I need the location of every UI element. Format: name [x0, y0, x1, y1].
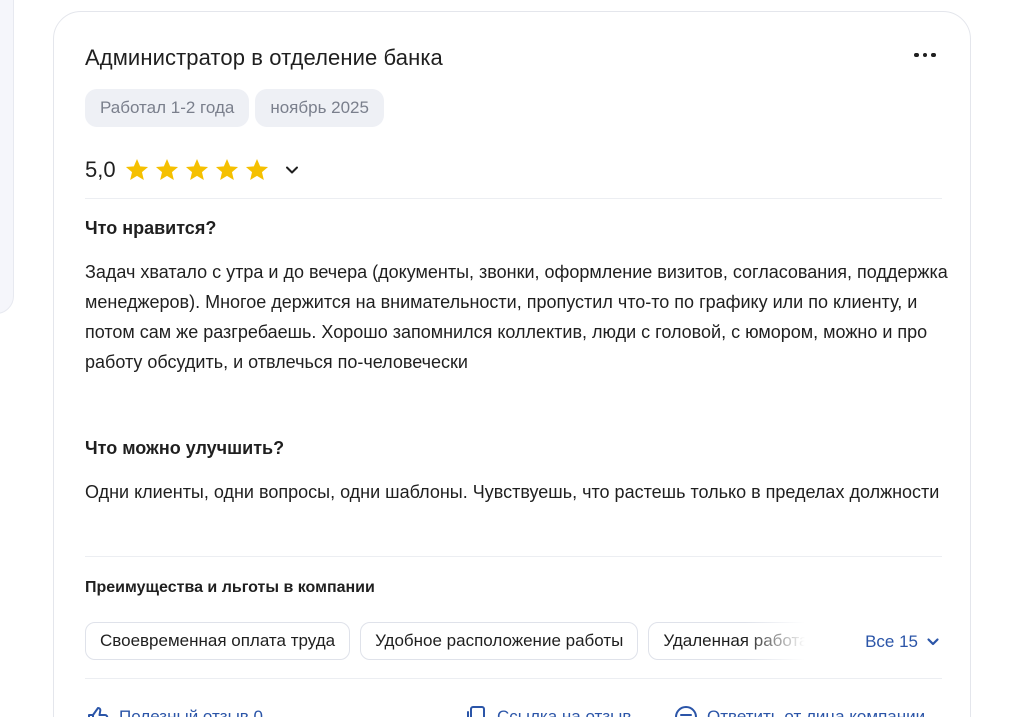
- improve-text: Одни клиенты, одни вопросы, одни шаблоны…: [85, 482, 940, 502]
- review-title: Администратор в отделение банка: [85, 45, 443, 70]
- date-tag: ноябрь 2025: [255, 89, 384, 127]
- divider: [85, 678, 942, 679]
- star-icon: [245, 158, 268, 180]
- chevron-down-icon[interactable]: [282, 160, 302, 180]
- benefits-title: Преимущества и льготы в компании: [85, 579, 375, 596]
- review-card: Администратор в отделение банка Работал …: [53, 11, 971, 717]
- show-all-label: Все 15: [865, 632, 918, 651]
- more-horizontal-icon: [914, 52, 919, 58]
- rating-stars: [124, 157, 270, 183]
- left-side-panel: [0, 0, 14, 314]
- star-icon: [215, 158, 238, 180]
- benefits-fade: [745, 622, 845, 662]
- divider: [85, 556, 942, 557]
- star-icon: [185, 158, 208, 180]
- experience-tag: Работал 1-2 года: [85, 89, 250, 127]
- chevron-down-icon: [927, 638, 939, 646]
- copy-link-icon: [467, 706, 485, 717]
- review-link-label: Ссылка на отзыв: [497, 707, 632, 717]
- rating-value: 5,0: [85, 157, 116, 182]
- helpful-button[interactable]: Полезный отзыв 0: [85, 704, 263, 717]
- benefit-chip: Своевременная оплата труда: [85, 622, 351, 660]
- review-actions: Полезный отзыв 0 Ссылка на отзыв Ответит…: [85, 704, 965, 717]
- star-icon: [155, 158, 178, 180]
- star-icon: [125, 158, 148, 180]
- improve-title: Что можно улучшить?: [85, 438, 285, 458]
- thumbs-up-icon: [88, 707, 109, 717]
- benefits-list: Своевременная оплата труда Удобное распо…: [85, 622, 942, 662]
- more-dot: [931, 52, 936, 58]
- likes-text: Задач хватало с утра и до вечера (докуме…: [85, 262, 948, 372]
- chat-reply-icon: [675, 706, 697, 717]
- reply-button[interactable]: Ответить от лица компании: [673, 704, 925, 717]
- show-all-benefits-button[interactable]: Все 15: [845, 622, 942, 662]
- page: Администратор в отделение банка Работал …: [0, 0, 1020, 717]
- rating-row: 5,0: [85, 154, 302, 186]
- reply-label: Ответить от лица компании: [707, 707, 926, 717]
- benefit-chip: Удобное расположение работы: [360, 622, 639, 660]
- review-tags: Работал 1-2 года ноябрь 2025: [85, 89, 384, 127]
- helpful-label: Полезный отзыв 0: [119, 707, 264, 717]
- review-link-button[interactable]: Ссылка на отзыв: [463, 704, 631, 717]
- divider: [85, 198, 942, 199]
- more-dot: [922, 52, 928, 58]
- likes-title: Что нравится?: [85, 218, 217, 238]
- more-options-button[interactable]: [910, 45, 940, 65]
